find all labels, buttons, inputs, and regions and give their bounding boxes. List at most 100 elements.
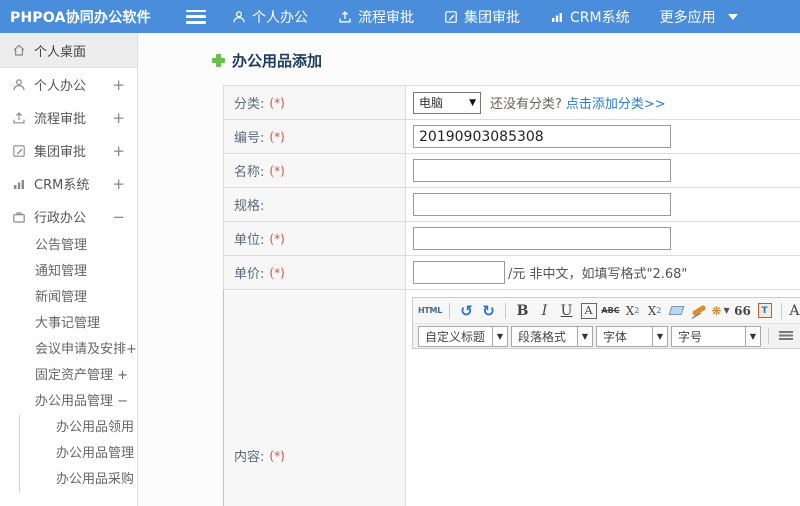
- brand-title: PHPOA协同办公软件: [10, 9, 151, 26]
- supplies-add-form: 分类: (*) 电脑 ▼ 还没有分类? 点击添加分类>> 编号: (*) 201…: [223, 85, 800, 506]
- bar-chart-icon: [12, 177, 26, 191]
- page-title-text: 办公用品添加: [232, 52, 323, 70]
- sidebar-item-admin-office[interactable]: 行政办公 −: [0, 200, 137, 233]
- add-plus-icon: [212, 54, 225, 67]
- field-label: 单价:: [234, 267, 265, 282]
- person-icon: [12, 78, 26, 92]
- topnav-label: CRM系统: [570, 9, 630, 26]
- form-row-content: 内容: (*) HTML ↺ ↻ B I U A ABC X 2 X 2 ❋ ▼…: [223, 290, 800, 506]
- boxed-a-icon: A: [580, 302, 597, 319]
- heading-select[interactable]: 自定义标题 ▼: [418, 325, 508, 347]
- sidebar-item-crm-system[interactable]: CRM系统 +: [0, 167, 137, 200]
- expand-plus-icon[interactable]: +: [112, 175, 125, 193]
- spec-input[interactable]: [413, 193, 671, 216]
- topnav-workflow-approval[interactable]: 流程审批: [338, 7, 414, 27]
- sidebar: 个人桌面 个人办公 + 流程审批 + 集团审批 + CRM系统 + 行政办公 −: [0, 33, 138, 506]
- topnav-group-approval[interactable]: 集团审批: [444, 7, 520, 27]
- sidebar-item-group-approval[interactable]: 集团审批 +: [0, 134, 137, 167]
- sidebar-item-personal-desktop[interactable]: 个人桌面: [0, 33, 137, 68]
- sidebar-item-label: 流程审批: [34, 112, 87, 127]
- topnav-personal-office[interactable]: 个人办公: [232, 7, 308, 27]
- paste-button[interactable]: T: [755, 301, 774, 321]
- topnav-label: 流程审批: [358, 9, 414, 26]
- category-select-value: 电脑: [419, 96, 444, 110]
- price-input[interactable]: [413, 261, 505, 284]
- blockquote-button[interactable]: 66: [733, 301, 752, 321]
- richtext-toolbar: HTML ↺ ↻ B I U A ABC X2 X2 ❋ ▼ 66 T A 自定…: [412, 297, 800, 349]
- eraser-button[interactable]: [667, 301, 686, 321]
- submenu-news-mgmt[interactable]: 新闻管理: [0, 285, 137, 311]
- submenu-supplies-claim[interactable]: 办公用品领用: [20, 415, 137, 441]
- category-value-cell: 电脑 ▼ 还没有分类? 点击添加分类>>: [406, 86, 800, 119]
- italic-button[interactable]: I: [535, 301, 554, 321]
- home-icon: [12, 43, 26, 57]
- submenu-meeting-mgmt[interactable]: 会议申请及安排+: [0, 337, 137, 363]
- sidebar-item-label: 个人办公: [34, 79, 87, 94]
- main-content: 办公用品添加 分类: (*) 电脑 ▼ 还没有分类? 点击添加分类>> 编号: …: [139, 33, 800, 506]
- richtext-body[interactable]: [412, 349, 800, 499]
- font-color-button[interactable]: A▼: [789, 301, 800, 321]
- toolbar-row-2: 自定义标题▼ 段落格式▼ 字体▼ 字号▼ ∞: [413, 323, 800, 348]
- submenu-supplies-manage[interactable]: 办公用品管理: [20, 441, 137, 467]
- brush-icon: [691, 304, 706, 317]
- sidebar-item-label: 行政办公: [34, 211, 87, 226]
- category-label-cell: 分类: (*): [224, 86, 406, 119]
- top-navigation: 个人办公 流程审批 集团审批 CRM系统 更多应用: [232, 7, 738, 27]
- submenu-fixed-assets-mgmt[interactable]: 固定资产管理 +: [0, 363, 137, 389]
- wand-icon: ❋: [711, 303, 722, 318]
- submenu-announcement-mgmt[interactable]: 公告管理: [0, 233, 137, 259]
- collapse-minus-icon[interactable]: −: [112, 208, 125, 226]
- subscript-button[interactable]: X2: [645, 301, 664, 321]
- topnav-label: 更多应用: [659, 9, 716, 26]
- select-caret-icon: ▼: [577, 326, 592, 346]
- spec-value-cell: [406, 188, 800, 221]
- font-size-select[interactable]: 字号 ▼: [671, 325, 761, 347]
- form-row-price: 单价: (*) /元 非中文，如填写格式"2.68": [223, 256, 800, 290]
- form-row-spec: 规格:: [223, 188, 800, 222]
- align-left-icon: [778, 330, 793, 342]
- toolbar-separator: [505, 302, 507, 319]
- strikethrough-button[interactable]: ABC: [601, 301, 620, 321]
- bold-button[interactable]: B: [513, 301, 532, 321]
- caret-down-icon: ▼: [723, 306, 730, 315]
- unit-input[interactable]: [413, 227, 671, 250]
- submenu-notice-mgmt[interactable]: 通知管理: [0, 259, 137, 285]
- required-mark: (*): [269, 448, 285, 463]
- topnav-label: 个人办公: [252, 9, 308, 26]
- border-text-button[interactable]: A: [579, 301, 598, 321]
- topnav-crm-system[interactable]: CRM系统: [550, 7, 630, 27]
- required-mark: (*): [269, 231, 285, 246]
- name-input[interactable]: [413, 159, 671, 182]
- submenu-supplies-purchase[interactable]: 办公用品采购: [20, 467, 137, 493]
- html-source-button[interactable]: HTML: [418, 301, 442, 321]
- required-mark: (*): [269, 95, 285, 110]
- topnav-more-apps[interactable]: 更多应用: [660, 7, 738, 27]
- top-navbar: PHPOA协同办公软件 个人办公 流程审批 集团审批 CRM系统 更多应用: [0, 0, 800, 33]
- sidebar-item-personal-office[interactable]: 个人办公 +: [0, 68, 137, 101]
- expand-plus-icon[interactable]: +: [112, 109, 125, 127]
- code-input[interactable]: [413, 125, 671, 148]
- topnav-label: 集团审批: [464, 9, 520, 26]
- autotypeset-button[interactable]: ❋ ▼: [711, 301, 730, 321]
- underline-button[interactable]: U: [557, 301, 576, 321]
- format-brush-button[interactable]: [689, 301, 708, 321]
- hamburger-menu-icon[interactable]: [186, 9, 206, 24]
- add-category-link[interactable]: 点击添加分类>>: [566, 93, 666, 112]
- redo-icon[interactable]: ↻: [479, 301, 498, 321]
- category-select[interactable]: 电脑 ▼: [413, 91, 481, 114]
- admin-office-submenu: 公告管理 通知管理 新闻管理 大事记管理 会议申请及安排+ 固定资产管理 + 办…: [0, 233, 137, 493]
- expand-plus-icon[interactable]: +: [112, 142, 125, 160]
- font-family-select[interactable]: 字体 ▼: [596, 325, 668, 347]
- code-label-cell: 编号: (*): [224, 120, 406, 153]
- undo-icon[interactable]: ↺: [457, 301, 476, 321]
- unit-value-cell: [406, 222, 800, 255]
- submenu-office-supplies-mgmt[interactable]: 办公用品管理 −: [0, 389, 137, 415]
- expand-plus-icon[interactable]: +: [112, 76, 125, 94]
- required-mark: (*): [269, 129, 285, 144]
- paragraph-format-select[interactable]: 段落格式 ▼: [511, 325, 593, 347]
- sidebar-item-workflow-approval[interactable]: 流程审批 +: [0, 101, 137, 134]
- superscript-button[interactable]: X2: [623, 301, 642, 321]
- submenu-events-mgmt[interactable]: 大事记管理: [0, 311, 137, 337]
- align-left-button[interactable]: [776, 326, 795, 346]
- eraser-icon: [668, 306, 685, 315]
